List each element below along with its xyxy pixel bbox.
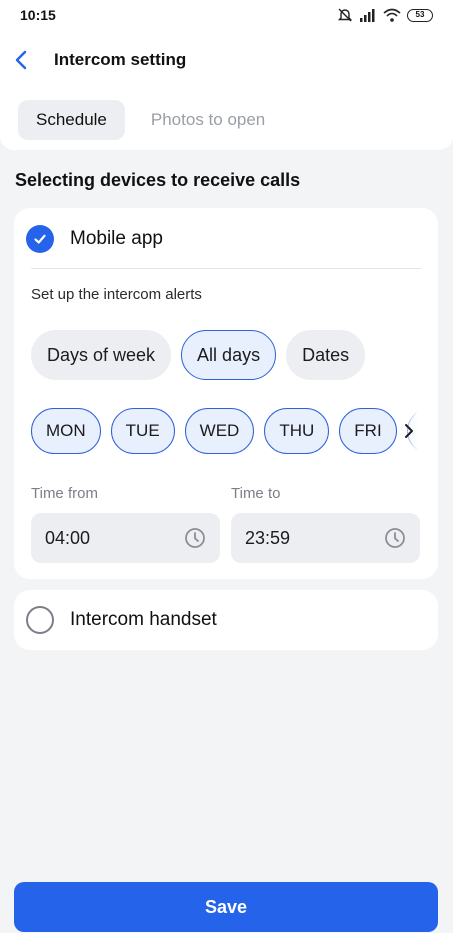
header: Intercom setting: [0, 40, 453, 80]
tab-schedule[interactable]: Schedule: [18, 100, 125, 140]
clock-icon: [185, 528, 205, 548]
intercom-handset-card: Intercom handset: [14, 590, 438, 650]
intercom-handset-option[interactable]: Intercom handset: [26, 606, 217, 634]
day-chip-thu[interactable]: THU: [264, 408, 330, 454]
time-from-value: 04:00: [45, 527, 91, 548]
day-chip-tue[interactable]: TUE: [110, 408, 175, 454]
status-time: 10:15: [20, 7, 56, 23]
mode-selector: Days of week All days Dates: [31, 330, 366, 380]
mobile-app-label: Mobile app: [70, 228, 163, 249]
clock-icon: [385, 528, 405, 548]
time-to-field[interactable]: 23:59: [231, 513, 420, 563]
wifi-icon: [383, 8, 401, 22]
section-title: Selecting devices to receive calls: [15, 170, 301, 190]
top-panel: 10:15 53 Intercom setting Schedule Photo…: [0, 0, 453, 150]
chevron-right-icon: [405, 424, 413, 438]
save-button[interactable]: Save: [14, 882, 438, 932]
day-chip-wed[interactable]: WED: [184, 408, 255, 454]
alerts-title: Set up the intercom alerts: [31, 286, 202, 303]
mobile-app-card: Mobile app Set up the intercom alerts Da…: [14, 208, 438, 579]
divider: [31, 268, 421, 269]
signal-icon: [360, 9, 375, 22]
time-from-field[interactable]: 04:00: [31, 513, 220, 563]
battery-icon: 53: [407, 8, 433, 22]
checked-icon[interactable]: [26, 225, 54, 253]
day-chip-mon[interactable]: MON: [31, 408, 101, 454]
mode-dates[interactable]: Dates: [286, 330, 366, 380]
mobile-app-option[interactable]: Mobile app: [26, 225, 163, 253]
mode-all-days[interactable]: All days: [181, 330, 277, 380]
tab-bar: Schedule Photos to open: [18, 100, 283, 140]
page-title: Intercom setting: [54, 50, 187, 69]
days-row: MON TUE WED THU FRI: [31, 406, 438, 454]
back-button[interactable]: [4, 43, 38, 77]
status-bar: 10:15 53: [0, 0, 453, 30]
intercom-handset-label: Intercom handset: [70, 609, 217, 630]
status-icons: 53: [337, 7, 433, 23]
time-from-label: Time from: [31, 485, 98, 502]
day-chip-fri[interactable]: FRI: [339, 408, 397, 454]
scroll-right-button[interactable]: [402, 406, 438, 456]
chevron-left-icon: [15, 50, 27, 70]
mode-days-of-week[interactable]: Days of week: [31, 330, 172, 380]
days-scroller[interactable]: MON TUE WED THU FRI: [31, 406, 438, 456]
time-to-value: 23:59: [245, 527, 291, 548]
bell-off-icon: [337, 8, 353, 22]
unchecked-icon[interactable]: [26, 606, 54, 634]
time-to-label: Time to: [231, 485, 281, 502]
tab-photos-to-open[interactable]: Photos to open: [133, 100, 283, 140]
